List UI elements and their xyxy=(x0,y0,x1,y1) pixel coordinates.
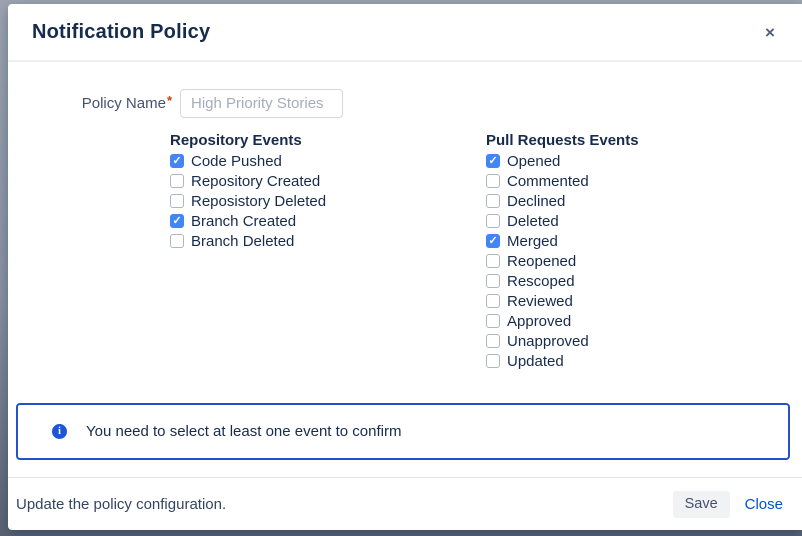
footer-actions: Save Close xyxy=(673,491,783,518)
checkbox-unchecked-icon[interactable] xyxy=(170,194,184,208)
checkbox-option-reposistory-deleted: Reposistory Deleted xyxy=(170,191,486,211)
event-group-pull-requests-events: Pull Requests Events Opened Commented Decli… xyxy=(486,131,802,371)
close-button[interactable]: Close xyxy=(745,496,783,513)
checkbox-option-commented: Commented xyxy=(486,171,802,191)
policy-name-label: Policy Name* xyxy=(72,95,172,112)
modal-body: Policy Name* Repository Events Code Pushe… xyxy=(8,89,802,371)
group-title: Repository Events xyxy=(170,131,486,151)
checkbox-label: Rescoped xyxy=(507,273,575,290)
checkbox-label: Code Pushed xyxy=(191,153,282,170)
checkbox-option-opened: Opened xyxy=(486,151,802,171)
checkbox-checked-icon[interactable] xyxy=(486,154,500,168)
checkbox-label: Reposistory Deleted xyxy=(191,193,326,210)
checkbox-checked-icon[interactable] xyxy=(170,154,184,168)
notification-policy-modal: Notification Policy × Policy Name* Repos… xyxy=(8,4,802,530)
checkbox-unchecked-icon[interactable] xyxy=(170,174,184,188)
checkbox-unchecked-icon[interactable] xyxy=(486,274,500,288)
checkbox-unchecked-icon[interactable] xyxy=(170,234,184,248)
modal-header: Notification Policy × xyxy=(8,4,802,62)
checkbox-unchecked-icon[interactable] xyxy=(486,254,500,268)
checkbox-unchecked-icon[interactable] xyxy=(486,314,500,328)
checkbox-label: Repository Created xyxy=(191,173,320,190)
policy-name-label-text: Policy Name xyxy=(82,95,166,112)
checkbox-unchecked-icon[interactable] xyxy=(486,354,500,368)
close-icon[interactable]: × xyxy=(759,22,781,44)
checkbox-label: Opened xyxy=(507,153,560,170)
checkbox-option-reviewed: Reviewed xyxy=(486,291,802,311)
checkbox-label: Merged xyxy=(507,233,558,250)
checkbox-option-approved: Approved xyxy=(486,311,802,331)
checkbox-label: Reopened xyxy=(507,253,576,270)
checkbox-unchecked-icon[interactable] xyxy=(486,214,500,228)
checkbox-option-reopened: Reopened xyxy=(486,251,802,271)
checkbox-checked-icon[interactable] xyxy=(486,234,500,248)
checkbox-label: Updated xyxy=(507,353,564,370)
save-button[interactable]: Save xyxy=(673,491,730,518)
checkbox-option-repository-created: Repository Created xyxy=(170,171,486,191)
checkbox-option-deleted: Deleted xyxy=(486,211,802,231)
checkbox-checked-icon[interactable] xyxy=(170,214,184,228)
checkbox-unchecked-icon[interactable] xyxy=(486,294,500,308)
checkbox-option-code-pushed: Code Pushed xyxy=(170,151,486,171)
policy-name-input[interactable] xyxy=(180,89,343,118)
checkbox-option-branch-deleted: Branch Deleted xyxy=(170,231,486,251)
checkbox-label: Approved xyxy=(507,313,571,330)
checkbox-label: Branch Deleted xyxy=(191,233,294,250)
checkbox-unchecked-icon[interactable] xyxy=(486,334,500,348)
checkbox-label: Unapproved xyxy=(507,333,589,350)
modal-footer: Update the policy configuration. Save Cl… xyxy=(8,477,802,530)
checkbox-unchecked-icon[interactable] xyxy=(486,194,500,208)
checkbox-label: Commented xyxy=(507,173,589,190)
checkbox-option-updated: Updated xyxy=(486,351,802,371)
checkbox-label: Declined xyxy=(507,193,565,210)
required-asterisk: * xyxy=(167,93,172,108)
info-alert: i You need to select at least one event … xyxy=(16,403,790,460)
checkbox-unchecked-icon[interactable] xyxy=(486,174,500,188)
policy-name-field-row: Policy Name* xyxy=(72,89,802,118)
checkbox-label: Deleted xyxy=(507,213,559,230)
modal-title: Notification Policy xyxy=(32,21,210,44)
alert-message: You need to select at least one event to… xyxy=(86,423,401,440)
checkbox-option-unapproved: Unapproved xyxy=(486,331,802,351)
footer-hint: Update the policy configuration. xyxy=(16,496,226,513)
checkbox-option-merged: Merged xyxy=(486,231,802,251)
info-icon: i xyxy=(52,424,67,439)
checkbox-label: Reviewed xyxy=(507,293,573,310)
checkbox-option-rescoped: Rescoped xyxy=(486,271,802,291)
checkbox-label: Branch Created xyxy=(191,213,296,230)
group-title: Pull Requests Events xyxy=(486,131,802,151)
event-groups: Repository Events Code Pushed Repository C… xyxy=(170,131,802,371)
event-group-repository-events: Repository Events Code Pushed Repository C… xyxy=(170,131,486,371)
checkbox-option-branch-created: Branch Created xyxy=(170,211,486,231)
checkbox-option-declined: Declined xyxy=(486,191,802,211)
